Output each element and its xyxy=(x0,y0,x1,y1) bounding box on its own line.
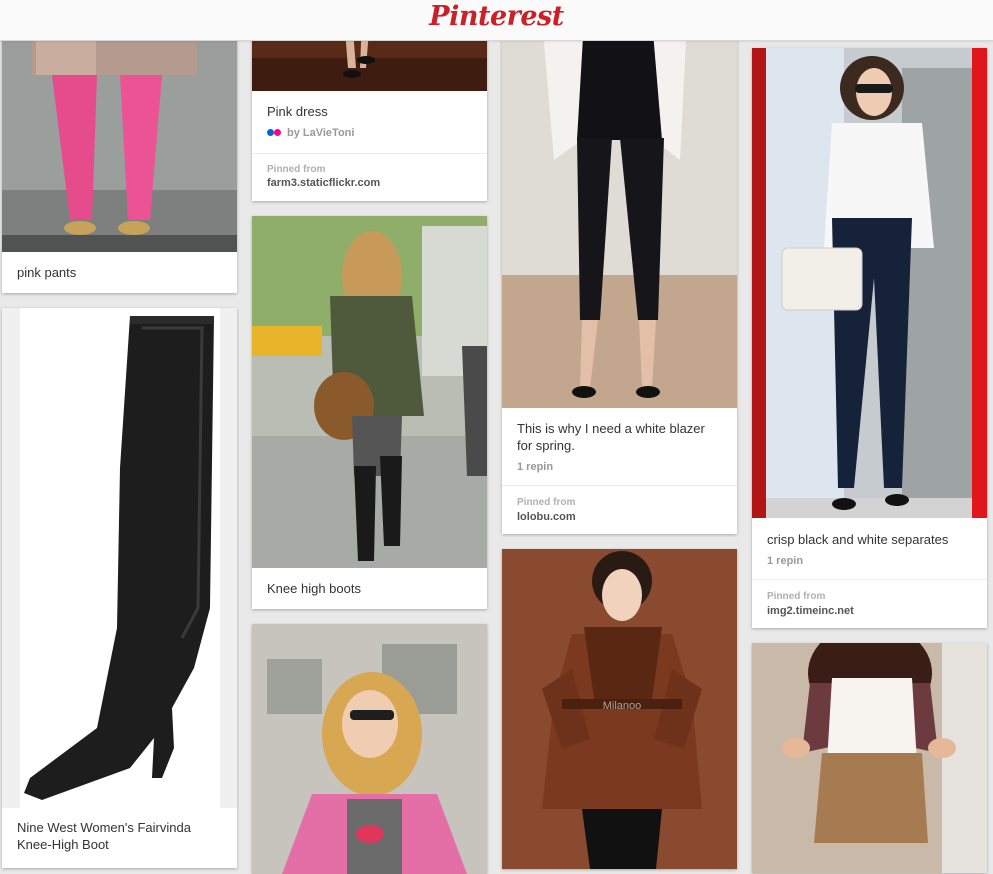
pin-description: Knee high boots xyxy=(267,581,361,596)
pinned-from-label: Pinned from xyxy=(517,497,576,508)
pin-image-separates[interactable] xyxy=(752,48,987,518)
pin-image-boot[interactable] xyxy=(2,308,237,808)
pin-source-link[interactable]: lolobu.com xyxy=(517,511,576,523)
pin-divider xyxy=(502,485,737,486)
pin-attribution[interactable]: by LaVieToni xyxy=(287,127,354,139)
pin-description: crisp black and white separates xyxy=(767,532,949,547)
pin-image-pink-coat[interactable] xyxy=(252,624,487,874)
pin-source-link[interactable]: img2.timeinc.net xyxy=(767,605,854,617)
pin-description: Nine West Women's Fairvinda Knee-High Bo… xyxy=(17,820,191,852)
pinterest-logo[interactable]: Pinterest xyxy=(0,1,993,32)
top-bar: Pinterest xyxy=(0,0,993,41)
pin-description: pink pants xyxy=(17,265,77,280)
pin-divider xyxy=(752,579,987,580)
pin-knee-high-boots[interactable]: Knee high boots xyxy=(252,216,487,609)
pin-repin-count[interactable]: 1 repin xyxy=(517,461,553,473)
pin-image-pink-pants[interactable] xyxy=(2,20,237,252)
pin-pink-pants[interactable]: pink pants xyxy=(2,20,237,293)
pin-repin-count[interactable]: 1 repin xyxy=(767,555,803,567)
flickr-icon xyxy=(267,129,281,137)
pin-knee-high-boot[interactable]: Nine West Women's Fairvinda Knee-High Bo… xyxy=(2,308,237,868)
pin-source-link[interactable]: farm3.staticflickr.com xyxy=(267,177,380,189)
pin-pink-coat[interactable] xyxy=(252,624,487,874)
pin-image-white-blazer[interactable] xyxy=(502,20,737,408)
pin-image-leather-coat[interactable]: Milanoo xyxy=(502,549,737,869)
pin-leather-coat[interactable]: Milanoo xyxy=(502,549,737,869)
pin-black-white-separates[interactable]: crisp black and white separates 1 repin … xyxy=(752,48,987,628)
pin-leopard-skirt[interactable] xyxy=(752,643,987,873)
pin-pink-dress[interactable]: Pink dress by LaVieToni Pinned from farm… xyxy=(252,18,487,201)
pin-image-leopard-skirt[interactable] xyxy=(752,643,987,873)
pin-image-knee-boots[interactable] xyxy=(252,216,487,568)
image-watermark: Milanoo xyxy=(603,700,642,712)
pin-white-blazer[interactable]: This is why I need a white blazer for sp… xyxy=(502,20,737,534)
pinned-from-label: Pinned from xyxy=(267,164,326,175)
pin-divider xyxy=(252,153,487,154)
pin-description: This is why I need a white blazer for sp… xyxy=(517,421,705,453)
pinned-from-label: Pinned from xyxy=(767,591,826,602)
pin-description: Pink dress xyxy=(267,104,328,119)
